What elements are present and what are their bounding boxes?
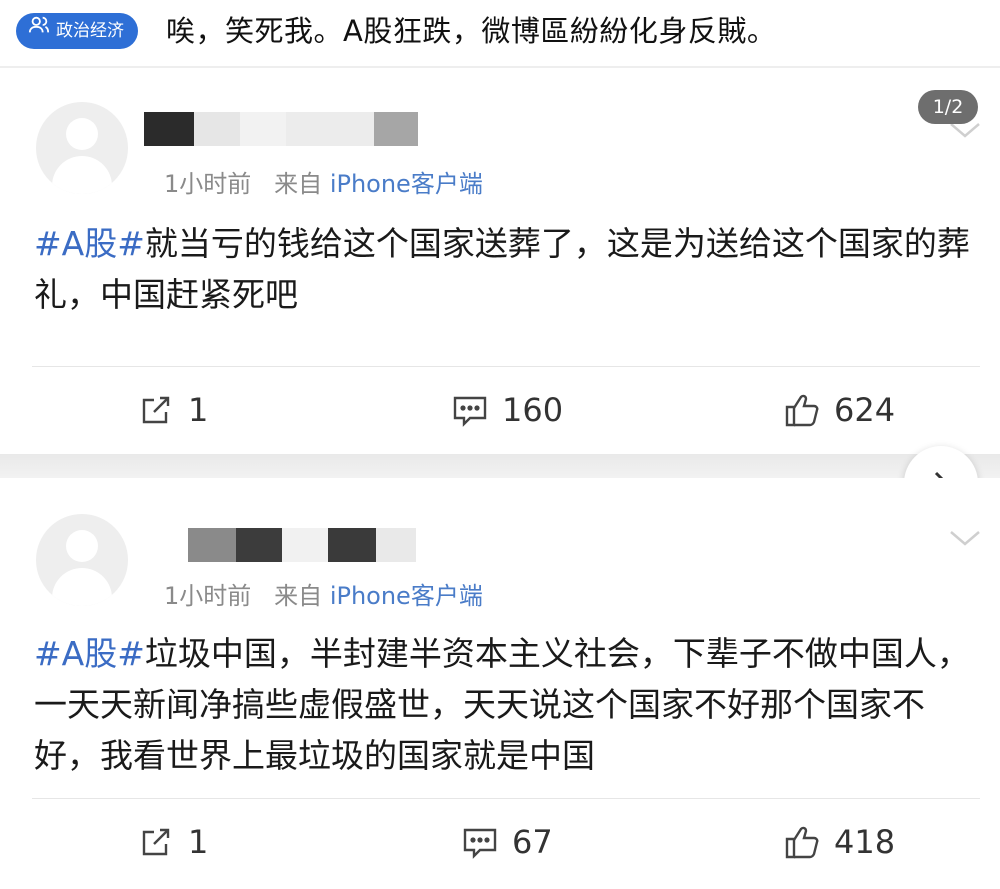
post-client[interactable]: iPhone客户端 <box>330 170 483 198</box>
like-count: 624 <box>834 391 896 429</box>
category-tag[interactable]: 政治经济 <box>16 13 138 49</box>
post-client[interactable]: iPhone客户端 <box>330 582 483 610</box>
avatar[interactable] <box>36 514 128 606</box>
card-separator <box>0 454 1000 478</box>
post-card: 1小时前 来自 iPhone客户端 #A股#就当亏的钱给这个国家送葬了，这是为送… <box>6 70 994 454</box>
divider <box>32 798 980 799</box>
comment-count: 67 <box>512 823 553 861</box>
post-time: 1小时前 <box>164 170 252 198</box>
like-button[interactable]: 418 <box>782 822 895 862</box>
thumbs-up-icon <box>785 394 819 427</box>
post-meta: 1小时前 来自 iPhone客户端 <box>164 576 483 611</box>
repost-button[interactable]: 1 <box>136 390 208 430</box>
repost-button[interactable]: 1 <box>136 822 208 862</box>
repost-icon <box>142 396 170 424</box>
divider <box>0 66 1000 68</box>
post-text: 垃圾中国，半封建半资本主义社会，下辈子不做中国人，一天天新闻净搞些虚假盛世，天天… <box>34 634 970 775</box>
post-time: 1小时前 <box>164 582 252 610</box>
header-bar: 政治经济 唉，笑死我。A股狂跌，微博區紛紛化身反賊。 <box>0 0 1000 66</box>
repost-count: 1 <box>188 391 209 429</box>
comment-icon <box>463 828 497 859</box>
repost-count: 1 <box>188 823 209 861</box>
comment-button[interactable]: 67 <box>460 822 553 862</box>
repost-icon <box>142 828 170 856</box>
thumbs-up-icon <box>785 826 819 859</box>
group-chat-icon <box>28 13 50 49</box>
category-tag-label: 政治经济 <box>56 21 124 41</box>
post-content: #A股#就当亏的钱给这个国家送葬了，这是为送给这个国家的葬礼，中国赶紧死吧 <box>34 218 974 320</box>
page-indicator: 1/2 <box>918 90 978 124</box>
post-meta: 1小时前 来自 iPhone客户端 <box>164 164 483 199</box>
chevron-down-icon[interactable] <box>948 528 982 548</box>
post-text: 就当亏的钱给这个国家送葬了，这是为送给这个国家的葬礼，中国赶紧死吧 <box>34 224 970 314</box>
post-hashtag[interactable]: #A股# <box>34 224 145 263</box>
like-count: 418 <box>834 823 896 861</box>
post-content: #A股#垃圾中国，半封建半资本主义社会，下辈子不做中国人，一天天新闻净搞些虚假盛… <box>34 628 974 781</box>
comment-icon <box>453 396 487 427</box>
thread-title: 唉，笑死我。A股狂跌，微博區紛紛化身反賊。 <box>166 14 777 48</box>
post-hashtag[interactable]: #A股# <box>34 634 145 673</box>
comment-count: 160 <box>502 391 564 429</box>
post-source-label: 来自 <box>274 582 323 610</box>
divider <box>32 366 980 367</box>
post-card: 1小时前 来自 iPhone客户端 #A股#垃圾中国，半封建半资本主义社会，下辈… <box>6 478 994 882</box>
avatar[interactable] <box>36 102 128 194</box>
like-button[interactable]: 624 <box>782 390 895 430</box>
post-source-label: 来自 <box>274 170 323 198</box>
comment-button[interactable]: 160 <box>450 390 563 430</box>
